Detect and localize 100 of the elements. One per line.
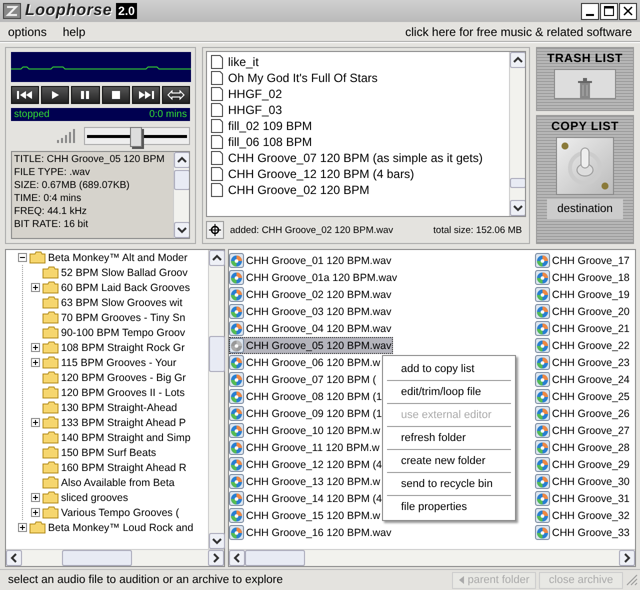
expand-icon[interactable] (31, 493, 40, 502)
vertical-scrollbar[interactable] (509, 52, 525, 216)
folder-label[interactable]: 52 BPM Slow Ballad Groov (61, 266, 188, 278)
expand-icon[interactable] (31, 343, 40, 352)
target-button[interactable] (206, 221, 224, 239)
expand-icon[interactable] (18, 523, 27, 532)
folder-label[interactable]: Also Available from Beta (61, 476, 175, 488)
audio-file-item[interactable]: CHH Groove_21 (535, 320, 632, 337)
scroll-down-button[interactable] (510, 200, 525, 216)
audio-file-item[interactable]: CHH Groove_33 (535, 524, 632, 541)
horizontal-scrollbar[interactable] (6, 549, 224, 566)
folder-label[interactable]: 108 BPM Straight Rock Gr (61, 342, 185, 354)
scroll-thumb[interactable] (245, 550, 305, 566)
audio-file-item[interactable]: CHH Groove_28 (535, 439, 632, 456)
copy-list-item[interactable]: CHH Groove_07 120 BPM (as simple as it gets) (211, 150, 505, 166)
copy-list-item[interactable]: Oh My God It's Full Of Stars (211, 70, 505, 86)
folder-label[interactable]: 140 BPM Straight and Simp (61, 432, 191, 444)
audio-file-item[interactable]: CHH Groove_09 120 BPM (1 (229, 405, 384, 422)
horizontal-scrollbar[interactable] (229, 549, 635, 566)
folder-label[interactable]: Beta Monkey™ Alt and Moder (48, 252, 188, 264)
loop-button[interactable] (162, 86, 190, 104)
destination-button[interactable]: destination (547, 199, 623, 219)
scroll-down-button[interactable] (209, 533, 225, 549)
audio-file-item[interactable]: CHH Groove_20 (535, 303, 632, 320)
collapse-icon[interactable] (18, 253, 27, 262)
audio-file-item[interactable]: CHH Groove_17 (535, 252, 632, 269)
context-menu-item[interactable]: refresh folder (383, 427, 515, 449)
audio-file-item[interactable]: CHH Groove_03 120 BPM.wav (229, 303, 394, 320)
stop-button[interactable] (102, 86, 130, 104)
menu-item[interactable]: options (8, 24, 47, 38)
promo-link[interactable]: click here for free music & related software (405, 24, 632, 38)
audio-file-item[interactable]: CHH Groove_25 (535, 388, 632, 405)
audio-file-item[interactable]: CHH Groove_05 120 BPM.wav (229, 337, 394, 354)
folder-label[interactable]: 160 BPM Straight Ahead R (61, 462, 186, 474)
scroll-down-button[interactable] (174, 222, 189, 238)
audio-file-item[interactable]: CHH Groove_12 120 BPM (4 (229, 456, 384, 473)
scroll-thumb[interactable] (510, 178, 525, 188)
context-menu-item[interactable]: create new folder (383, 450, 515, 472)
context-menu-item[interactable]: edit/trim/loop file (383, 381, 515, 403)
audio-file-item[interactable]: CHH Groove_15 120 BPM.w (229, 507, 382, 524)
vertical-scrollbar[interactable] (173, 152, 189, 238)
vertical-scrollbar[interactable] (208, 250, 224, 549)
audio-file-item[interactable]: CHH Groove_22 (535, 337, 632, 354)
copy-list-item[interactable]: fill_02 109 BPM (211, 118, 505, 134)
scroll-thumb[interactable] (209, 336, 225, 372)
skip-back-button[interactable] (11, 86, 40, 104)
expand-icon[interactable] (31, 283, 40, 292)
folder-label[interactable]: 115 BPM Grooves - Your (61, 356, 176, 368)
folder-label[interactable]: sliced grooves (61, 492, 128, 504)
audio-file-item[interactable]: CHH Groove_26 (535, 405, 632, 422)
copy-list-button[interactable] (556, 137, 614, 195)
audio-file-item[interactable]: CHH Groove_02 120 BPM.wav (229, 286, 394, 303)
audio-file-item[interactable]: CHH Groove_11 120 BPM.w (229, 439, 382, 456)
expand-icon[interactable] (31, 358, 40, 367)
folder-label[interactable]: 70 BPM Grooves - Tiny Sn (61, 312, 186, 324)
folder-label[interactable]: 60 BPM Laid Back Grooves (61, 282, 190, 294)
expand-icon[interactable] (31, 418, 40, 427)
maximize-button[interactable] (600, 2, 618, 20)
scroll-up-button[interactable] (209, 250, 225, 266)
audio-file-item[interactable]: CHH Groove_29 (535, 456, 632, 473)
skip-forward-button[interactable] (132, 86, 160, 104)
scroll-right-button[interactable] (619, 550, 635, 566)
audio-file-item[interactable]: CHH Groove_08 120 BPM (1 (229, 388, 384, 405)
audio-file-item[interactable]: CHH Groove_07 120 BPM ( (229, 371, 378, 388)
audio-file-item[interactable]: CHH Groove_27 (535, 422, 632, 439)
context-menu-item[interactable]: add to copy list (383, 358, 515, 380)
audio-file-item[interactable]: CHH Groove_31 (535, 490, 632, 507)
folder-label[interactable]: 150 BPM Surf Beats (61, 446, 156, 458)
folder-label[interactable]: 90-100 BPM Tempo Groov (61, 326, 186, 338)
folder-label[interactable]: 130 BPM Straight-Ahead (61, 402, 178, 414)
scroll-left-button[interactable] (6, 550, 22, 566)
minimize-button[interactable] (581, 2, 599, 20)
context-menu-item[interactable]: file properties (383, 496, 515, 518)
context-menu-item[interactable]: send to recycle bin (383, 473, 515, 495)
audio-file-item[interactable]: CHH Groove_04 120 BPM.wav (229, 320, 394, 337)
scroll-up-button[interactable] (510, 52, 525, 68)
copy-list-item[interactable]: CHH Groove_12 120 BPM (4 bars) (211, 166, 505, 182)
folder-label[interactable]: Beta Monkey™ Loud Rock and (48, 522, 194, 534)
scroll-left-button[interactable] (229, 550, 245, 566)
close-button[interactable] (619, 2, 637, 20)
audio-file-item[interactable]: CHH Groove_06 120 BPM.w (229, 354, 382, 371)
audio-file-item[interactable]: CHH Groove_16 120 BPM.wav (229, 524, 394, 541)
menu-item[interactable]: help (62, 24, 86, 38)
scroll-thumb[interactable] (62, 550, 132, 566)
scroll-right-button[interactable] (208, 550, 224, 566)
audio-file-item[interactable]: CHH Groove_14 120 BPM (4 (229, 490, 384, 507)
folder-label[interactable]: 120 BPM Grooves II - Lots (61, 386, 185, 398)
audio-file-item[interactable]: CHH Groove_13 120 BPM.w (229, 473, 382, 490)
audio-file-item[interactable]: CHH Groove_18 (535, 269, 632, 286)
folder-label[interactable]: 120 BPM Grooves - Big Gr (61, 372, 186, 384)
play-button[interactable] (41, 86, 70, 104)
audio-file-item[interactable]: CHH Groove_01a 120 BPM.wav (229, 269, 400, 286)
copy-list-item[interactable]: HHGF_03 (211, 102, 505, 118)
scroll-up-button[interactable] (174, 152, 189, 168)
copy-list-item[interactable]: CHH Groove_02 120 BPM (211, 182, 505, 198)
audio-file-item[interactable]: CHH Groove_23 (535, 354, 632, 371)
audio-file-item[interactable]: CHH Groove_01 120 BPM.wav (229, 252, 394, 269)
folder-label[interactable]: 63 BPM Slow Grooves wit (61, 296, 182, 308)
copy-list-item[interactable]: fill_06 108 BPM (211, 134, 505, 150)
copy-list-item[interactable]: HHGF_02 (211, 86, 505, 102)
